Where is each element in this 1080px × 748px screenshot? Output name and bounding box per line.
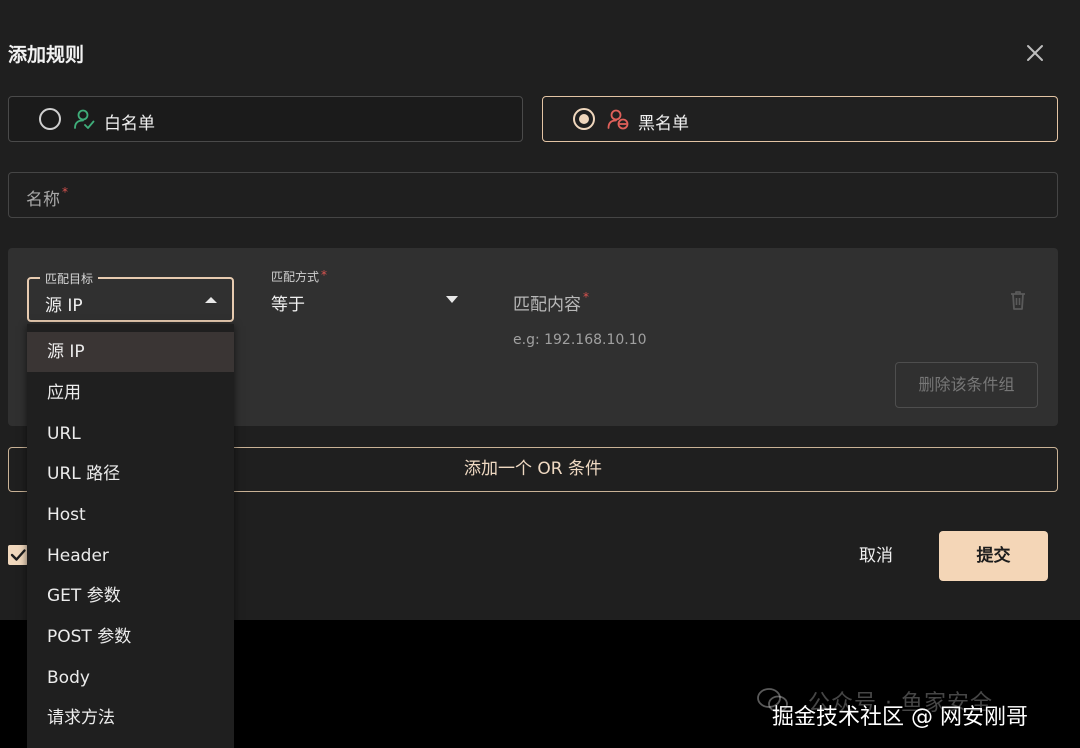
caret-up-icon [205, 297, 217, 303]
match-method-label: 匹配方式 * [271, 268, 328, 284]
submit-button[interactable]: 提交 [939, 531, 1048, 581]
blacklist-label: 黑名单 [638, 114, 689, 134]
dropdown-option[interactable]: 源 IP [27, 332, 234, 372]
match-method-value[interactable]: 等于 [271, 290, 305, 315]
dropdown-option[interactable]: 请求方法 [27, 698, 234, 738]
blacklist-option[interactable]: 黑名单 [542, 96, 1058, 142]
match-target-select[interactable]: 匹配目标 源 IP [27, 270, 234, 322]
delete-condition-group-button[interactable]: 删除该条件组 [895, 362, 1038, 408]
required-mark: * [62, 185, 68, 199]
dropdown-option[interactable]: URL [27, 414, 234, 454]
name-field[interactable]: 名称 * [8, 172, 1058, 218]
cancel-button[interactable]: 取消 [840, 531, 912, 581]
watermark-text: 掘金技术社区 @ 网安刚哥 [772, 705, 1028, 730]
required-mark: * [321, 268, 328, 282]
match-target-value: 源 IP [45, 296, 83, 316]
enable-checkbox[interactable] [8, 545, 28, 565]
close-icon[interactable] [1024, 42, 1046, 64]
checkmark-icon [10, 549, 26, 561]
dropdown-option[interactable]: Body [27, 658, 234, 698]
whitelist-label: 白名单 [104, 114, 155, 134]
trash-icon[interactable] [1008, 289, 1028, 311]
match-target-legend: 匹配目标 [40, 270, 99, 287]
watermark: 公众号 · 鱼家安全 掘金技术社区 @ 网安刚哥 [748, 683, 1068, 733]
name-field-label: 名称 * [26, 185, 68, 210]
match-content-input[interactable]: 匹配内容 * [513, 290, 589, 315]
dropdown-option[interactable]: Host [27, 495, 234, 535]
dropdown-option[interactable]: 应用 [27, 373, 234, 413]
blacklist-radio[interactable] [573, 108, 595, 130]
match-target-dropdown: 源 IP 应用 URL URL 路径 Host Header GET 参数 PO… [27, 324, 234, 748]
dialog-title: 添加规则 [8, 44, 85, 66]
user-check-icon [74, 109, 95, 129]
whitelist-option[interactable]: 白名单 [8, 96, 523, 142]
whitelist-radio[interactable] [39, 108, 61, 130]
required-mark: * [583, 290, 589, 304]
dropdown-option[interactable]: Header [27, 536, 234, 576]
match-content-hint: e.g: 192.168.10.10 [513, 332, 647, 348]
user-block-icon [607, 109, 629, 130]
dropdown-option[interactable]: POST 参数 [27, 617, 234, 657]
dropdown-option[interactable]: GET 参数 [27, 576, 234, 616]
dropdown-option[interactable]: URL 路径 [27, 454, 234, 494]
caret-down-icon[interactable] [446, 296, 458, 303]
